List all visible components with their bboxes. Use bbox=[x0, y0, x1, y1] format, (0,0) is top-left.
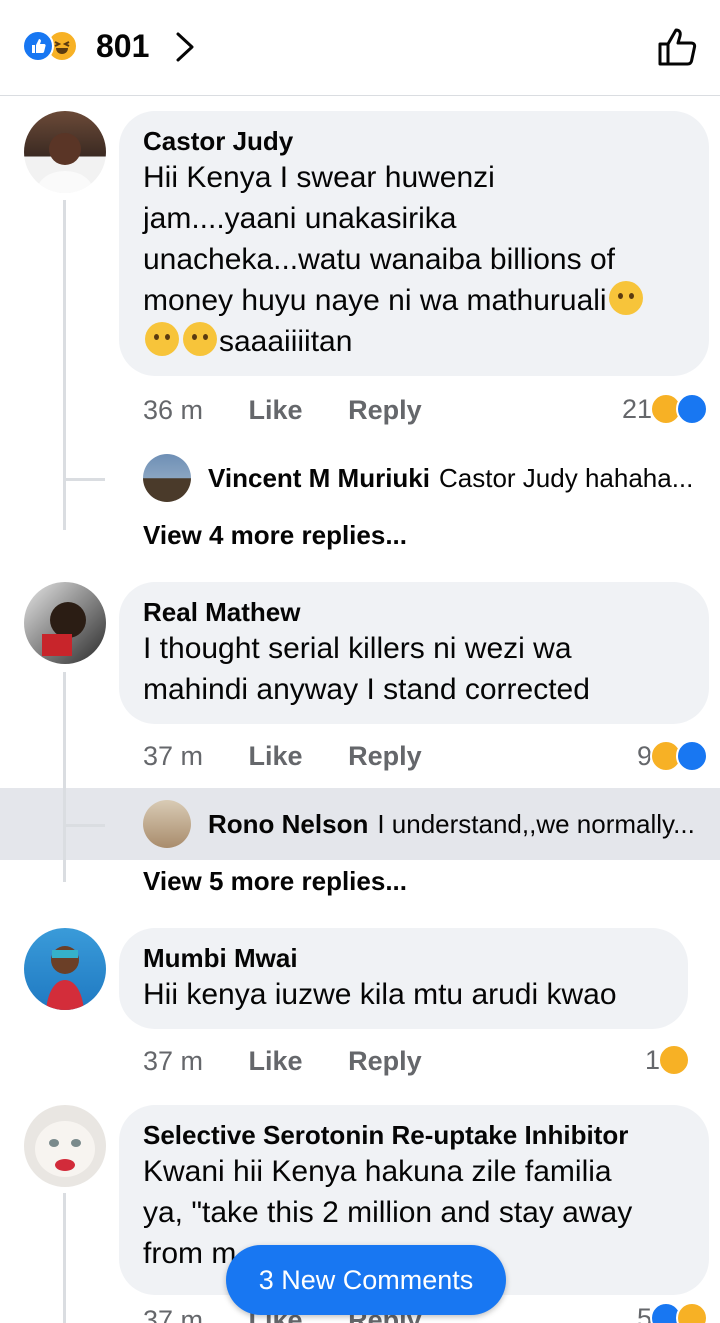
like-button[interactable]: Like bbox=[249, 395, 303, 425]
reaction-summary[interactable] bbox=[22, 30, 92, 64]
haha-icon bbox=[658, 1044, 690, 1076]
reply-author[interactable]: Vincent M Muriuki bbox=[208, 463, 430, 494]
like-button[interactable]: Like bbox=[249, 1046, 303, 1076]
reactions-header: 801 bbox=[0, 0, 720, 96]
comment-time[interactable]: 36 m bbox=[143, 395, 203, 425]
reply-button[interactable]: Reply bbox=[348, 1046, 422, 1076]
thread-line bbox=[63, 1193, 105, 1323]
comment-time[interactable]: 37 m bbox=[143, 1305, 203, 1323]
thread-branch bbox=[63, 478, 105, 481]
commenter-name[interactable]: Castor Judy bbox=[143, 125, 685, 157]
comment-meta: 36 m Like Reply bbox=[143, 395, 460, 426]
thread-line bbox=[63, 672, 105, 882]
comment-text: Hii Kenya I swear huwenzi jam....yaani u… bbox=[143, 157, 685, 362]
comment-bubble[interactable]: Mumbi Mwai Hii kenya iuzwe kila mtu arud… bbox=[119, 928, 688, 1029]
reply-text: Castor Judy hahaha... bbox=[439, 462, 694, 493]
comment-text: Hii kenya iuzwe kila mtu arudi kwao bbox=[143, 978, 617, 1011]
face-emoji-icon bbox=[608, 281, 643, 315]
like-button[interactable]: Like bbox=[249, 741, 303, 771]
avatar[interactable] bbox=[24, 582, 106, 664]
reply-preview[interactable]: Vincent M Muriuki Castor Judy hahaha... bbox=[143, 454, 713, 502]
avatar bbox=[143, 800, 191, 848]
avatar[interactable] bbox=[24, 1105, 106, 1187]
commenter-name[interactable]: Mumbi Mwai bbox=[143, 942, 664, 974]
comment-bubble[interactable]: Real Mathew I thought serial killers ni … bbox=[119, 582, 709, 724]
reply-button[interactable]: Reply bbox=[348, 741, 422, 771]
view-more-replies[interactable]: View 5 more replies... bbox=[143, 866, 407, 897]
avatar[interactable] bbox=[24, 111, 106, 193]
reaction-count[interactable]: 801 bbox=[96, 28, 149, 65]
commenter-name[interactable]: Real Mathew bbox=[143, 596, 685, 628]
comment-reactions[interactable]: 21 bbox=[622, 393, 708, 425]
view-more-replies[interactable]: View 4 more replies... bbox=[143, 520, 407, 551]
comment-reactions[interactable]: 1 bbox=[645, 1044, 690, 1076]
avatar[interactable] bbox=[24, 928, 106, 1010]
comment-bubble[interactable]: Castor Judy Hii Kenya I swear huwenzi ja… bbox=[119, 111, 709, 376]
comment-text: I thought serial killers ni wezi wa mahi… bbox=[143, 632, 590, 706]
chevron-right-icon[interactable] bbox=[172, 30, 198, 64]
like-reaction-icon bbox=[22, 30, 54, 62]
thread-branch bbox=[63, 824, 105, 827]
like-icon bbox=[676, 740, 708, 772]
face-emoji-icon bbox=[183, 322, 217, 356]
reply-preview[interactable]: Rono Nelson I understand,,we normally... bbox=[143, 800, 713, 848]
comment-meta: 37 m Like Reply bbox=[143, 741, 460, 772]
comment-meta: 37 m Like Reply bbox=[143, 1046, 460, 1077]
reply-author[interactable]: Rono Nelson bbox=[208, 809, 368, 840]
like-icon bbox=[676, 393, 708, 425]
reaction-count: 21 bbox=[621, 393, 652, 424]
haha-icon bbox=[676, 1302, 708, 1323]
commenter-name[interactable]: Selective Serotonin Re-uptake Inhibitor bbox=[143, 1119, 685, 1151]
comment-reactions[interactable]: 5 bbox=[637, 1302, 708, 1323]
reply-text: I understand,,we normally... bbox=[377, 808, 695, 839]
comment-reactions[interactable]: 9 bbox=[637, 740, 708, 772]
thumbs-up-icon[interactable] bbox=[656, 26, 700, 68]
face-emoji-icon bbox=[145, 322, 179, 356]
avatar bbox=[143, 454, 191, 502]
comment-time[interactable]: 37 m bbox=[143, 741, 203, 771]
new-comments-button[interactable]: 3 New Comments bbox=[226, 1245, 506, 1315]
reply-button[interactable]: Reply bbox=[348, 395, 422, 425]
comment-time[interactable]: 37 m bbox=[143, 1046, 203, 1076]
